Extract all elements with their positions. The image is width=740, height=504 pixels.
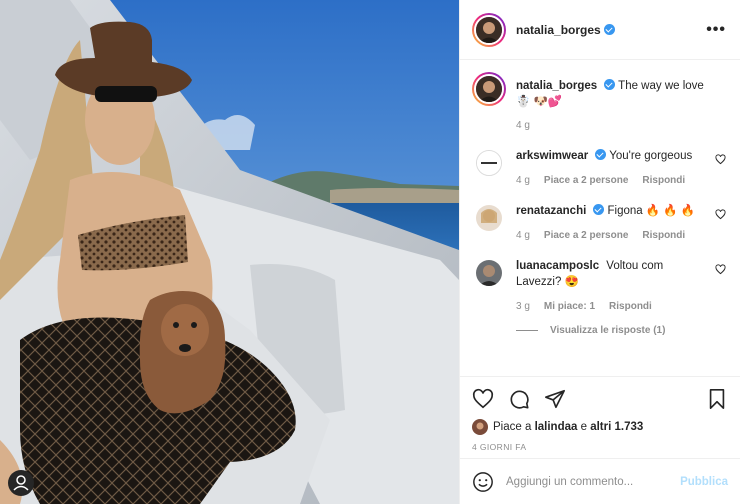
more-options-icon[interactable]: ••• — [706, 21, 726, 39]
caption-text: The way we love — [618, 80, 704, 92]
view-replies-label: Visualizza le risposte (1) — [550, 325, 666, 336]
comment-text: You're gorgeous — [609, 150, 693, 162]
avatar — [474, 14, 504, 45]
post-side-panel: natalia_borges ••• natalia_borges The wa… — [459, 0, 740, 504]
commenter-avatar[interactable] — [476, 205, 502, 231]
caption-avatar[interactable] — [472, 72, 506, 106]
commenter-username[interactable]: luanacamposlc — [516, 260, 599, 272]
verified-badge-icon — [603, 24, 615, 35]
commenter-username[interactable]: renatazanchi — [516, 205, 586, 217]
comment-item: renatazanchi Figona 🔥 🔥 🔥 4 g Piace a 2 … — [472, 203, 726, 244]
post-image — [0, 0, 459, 504]
comment-icon[interactable] — [508, 388, 530, 410]
comment-likes[interactable]: Piace a 2 persone — [544, 173, 629, 189]
add-comment-bar: Pubblica — [460, 458, 740, 504]
commenter-avatar[interactable] — [476, 150, 502, 176]
author-username[interactable]: natalia_borges — [516, 23, 601, 37]
liked-by-user[interactable]: lalindaa — [535, 421, 578, 433]
share-icon[interactable] — [544, 388, 566, 410]
caption-time: 4 g — [516, 120, 530, 131]
comment-item: arkswimwear You're gorgeous 4 g Piace a … — [472, 148, 726, 189]
reply-button[interactable]: Rispondi — [609, 299, 652, 315]
comment-input[interactable] — [506, 475, 681, 488]
comment-time: 4 g — [516, 230, 530, 241]
post-header: natalia_borges ••• — [460, 0, 740, 60]
liker-avatar — [472, 419, 488, 435]
comment-time: 3 g — [516, 301, 530, 312]
caption: natalia_borges The way we love ☃️ 🐶💕 4 g — [472, 72, 726, 134]
like-comment-icon[interactable] — [715, 154, 726, 165]
post-date: 4 GIORNI FA — [472, 442, 527, 452]
view-replies-button[interactable]: Visualizza le risposte (1) — [516, 325, 726, 336]
comment-likes[interactable]: Mi piace: 1 — [544, 299, 595, 315]
instagram-post: natalia_borges ••• natalia_borges The wa… — [0, 0, 740, 504]
like-comment-icon[interactable] — [715, 209, 726, 220]
liked-by-others[interactable]: altri 1.733 — [590, 421, 643, 433]
tagged-users-icon[interactable] — [8, 470, 34, 496]
reply-button[interactable]: Rispondi — [642, 228, 685, 244]
post-actions: Piace a lalindaa e altri 1.733 4 GIORNI … — [460, 376, 740, 452]
caption-username[interactable]: natalia_borges — [516, 80, 597, 92]
comment-text: Figona 🔥 🔥 🔥 — [607, 205, 696, 217]
liked-by-prefix: Piace a — [493, 421, 532, 433]
comment-likes[interactable]: Piace a 2 persone — [544, 228, 629, 244]
bookmark-icon[interactable] — [706, 388, 728, 410]
commenter-avatar[interactable] — [476, 260, 502, 286]
publish-button[interactable]: Pubblica — [680, 476, 728, 488]
emoji-icon[interactable] — [472, 471, 494, 493]
comment-item: luanacamposlc Voltou com Lavezzi? 😍 3 g … — [472, 258, 726, 315]
post-photo[interactable] — [0, 0, 459, 504]
verified-badge-icon — [604, 79, 616, 90]
avatar — [474, 74, 504, 104]
reply-button[interactable]: Rispondi — [642, 173, 685, 189]
liked-by-middle: e — [580, 421, 587, 433]
liked-by[interactable]: Piace a lalindaa e altri 1.733 — [472, 419, 728, 435]
caption-emoji: ☃️ 🐶💕 — [516, 96, 563, 108]
replies-divider — [516, 330, 538, 331]
commenter-username[interactable]: arkswimwear — [516, 150, 588, 162]
author-avatar[interactable] — [472, 12, 506, 47]
comments-list[interactable]: natalia_borges The way we love ☃️ 🐶💕 4 g… — [460, 60, 740, 375]
like-comment-icon[interactable] — [715, 264, 726, 275]
verified-badge-icon — [593, 204, 605, 215]
comment-time: 4 g — [516, 175, 530, 186]
action-icons — [472, 387, 728, 411]
verified-badge-icon — [595, 149, 607, 160]
heart-icon[interactable] — [472, 388, 494, 410]
